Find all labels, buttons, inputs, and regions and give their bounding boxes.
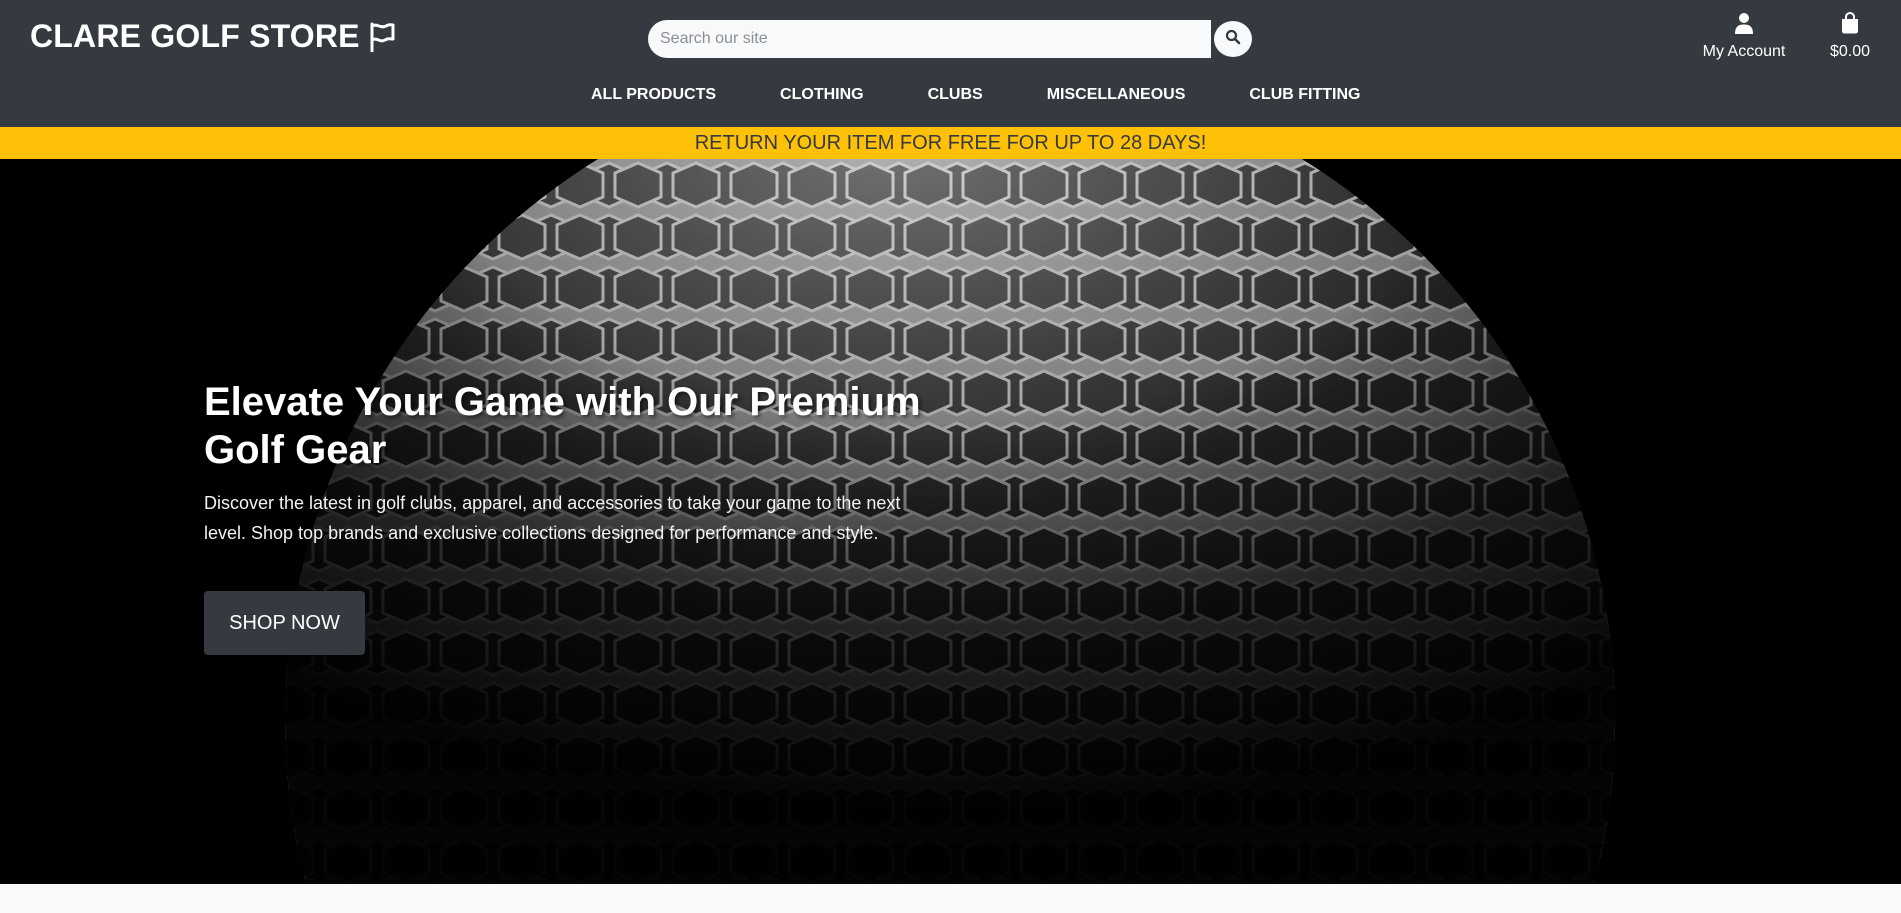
my-account-label: My Account [1702,43,1786,60]
search-button[interactable] [1213,20,1253,58]
nav-miscellaneous[interactable]: MISCELLANEOUS [1047,86,1186,104]
hero-title-line2: Golf Gear [204,428,387,472]
hero-subtitle: Discover the latest in golf clubs, appar… [204,493,901,543]
brand-logo[interactable]: CLARE GOLF STORE [30,18,396,55]
flag-icon [368,22,396,52]
shopping-bag-icon [1840,11,1860,39]
hero-title-line1: Elevate Your Game with Our Premium [204,380,921,424]
my-account-link[interactable]: My Account [1700,12,1788,61]
banner-text: RETURN YOUR ITEM FOR FREE FOR UP TO 28 D… [694,131,1207,154]
bag-total: $0.00 [1829,43,1871,60]
page-below-hero [0,884,1901,913]
nav-club-fitting[interactable]: CLUB FITTING [1249,86,1360,104]
brand-name: CLARE GOLF STORE [30,18,360,54]
nav-clothing[interactable]: CLOTHING [780,86,864,104]
nav-clubs[interactable]: CLUBS [928,86,983,104]
hero-title: Elevate Your Game with Our Premium Golf … [204,378,934,474]
search-form [648,20,1253,58]
user-icon [1733,12,1755,39]
site-header: CLARE GOLF STORE My Account [0,0,1901,127]
hero-section: Elevate Your Game with Our Premium Golf … [0,159,1901,884]
shop-now-button[interactable]: SHOP NOW [204,591,365,655]
search-icon [1225,29,1241,50]
search-input[interactable] [648,20,1211,58]
shopping-bag-link[interactable]: $0.00 [1826,11,1874,61]
delivery-banner: RETURN YOUR ITEM FOR FREE FOR UP TO 28 D… [0,127,1901,159]
nav-all-products[interactable]: ALL PRODUCTS [591,86,716,104]
hero-content: Elevate Your Game with Our Premium Golf … [204,378,934,548]
